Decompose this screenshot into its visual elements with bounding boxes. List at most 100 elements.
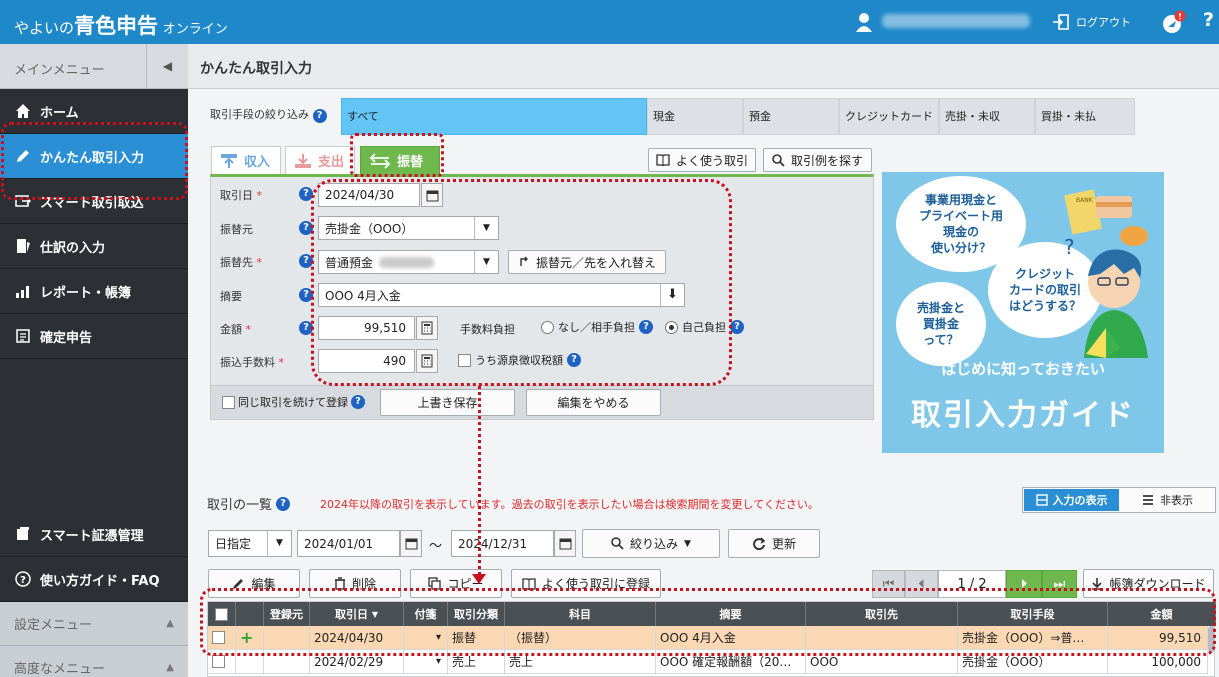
top-bar: やよいの青色申告 オンライン ログアウト ? [0, 0, 1219, 44]
hide-entry-label: 非表示 [1160, 494, 1193, 507]
guide-title: 取引入力ガイド [911, 398, 1135, 433]
favorites-label: よく使う取引 [675, 153, 748, 168]
help-icon[interactable]: ? [1203, 9, 1214, 31]
chevron-down-icon: ▼ [684, 538, 691, 549]
notification-icon[interactable] [1162, 10, 1186, 34]
chevron-up-icon: ▲ [166, 618, 174, 629]
period-mode-select[interactable]: 日指定 ▼ [208, 530, 292, 557]
show-entry-label: 入力の表示 [1052, 494, 1108, 507]
sidebar-item-smart-document[interactable]: スマート証憑管理 [0, 512, 188, 557]
sidebar-item-label: 確定申告 [40, 330, 93, 346]
help-icon[interactable]: ? [276, 496, 291, 511]
view-toggle: 入力の表示 非表示 [1022, 487, 1216, 513]
required-mark: * [245, 323, 252, 336]
income-icon [221, 153, 237, 168]
user-icon [856, 13, 872, 32]
sidebar-sub-label: 設定メニュー [14, 618, 93, 633]
annotation-highlight-form [311, 179, 732, 386]
memo-label: 摘要 [220, 290, 242, 303]
filter-tab-cash[interactable]: 現金 [647, 98, 743, 135]
filter-tab-deposit[interactable]: 預金 [743, 98, 839, 135]
favorites-button[interactable]: よく使う取引 [648, 148, 756, 172]
cancel-edit-button[interactable]: 編集をやめる [526, 389, 661, 416]
logout-button[interactable]: ログアウト [1052, 13, 1131, 31]
brand-suffix: オンライン [162, 22, 228, 37]
refresh-button[interactable]: 更新 [728, 529, 820, 558]
overwrite-save-button[interactable]: 上書き保存 [380, 389, 515, 416]
fee-label: 振込手数料 * [220, 354, 284, 370]
sidebar-advanced-menu[interactable]: 高度なメニュー ▲ [0, 646, 188, 677]
sidebar-item-reports[interactable]: レポート・帳簿 [0, 269, 188, 314]
brand-prefix: やよいの [14, 19, 75, 37]
required-mark: * [256, 256, 263, 269]
brand-main: 青色申告 [74, 14, 159, 38]
sidebar-title: メインメニュー [14, 63, 105, 78]
required-mark: * [256, 189, 263, 202]
logout-label: ログアウト [1076, 16, 1131, 29]
filter-button[interactable]: 絞り込み ▼ [582, 529, 720, 558]
hide-entry-button[interactable]: 非表示 [1120, 489, 1215, 511]
help-circle-icon: ? [14, 570, 32, 588]
filter-tab-receivable[interactable]: 売掛・未収 [939, 98, 1035, 135]
sidebar-item-label: スマート証憑管理 [40, 528, 144, 544]
transaction-guide-banner[interactable]: 事業用現金と プライベート用 現金の 使い分け？ クレジット カードの取引 はど… [882, 172, 1164, 453]
annotation-connector [478, 386, 481, 575]
sidebar-header: メインメニュー ◀ [0, 44, 188, 89]
sidebar-collapse-button[interactable]: ◀ [146, 44, 188, 89]
guide-subtitle: はじめに知っておきたい [941, 360, 1105, 378]
tab-label: 支出 [318, 155, 345, 170]
tab-income[interactable]: 収入 [211, 146, 281, 174]
chart-icon [14, 282, 32, 300]
checkbox[interactable] [222, 395, 235, 409]
bank-label: BANK [1076, 197, 1094, 204]
svg-text:?: ? [1064, 235, 1075, 259]
list-icon [1035, 494, 1048, 506]
chevron-down-icon: ▼ [267, 531, 291, 556]
sidebar-item-label: 使い方ガイド・FAQ [40, 573, 160, 589]
app-logo[interactable]: やよいの青色申告 オンライン [14, 10, 228, 40]
filter-tab-payable[interactable]: 買掛・未払 [1035, 98, 1135, 135]
start-date-field[interactable]: 2024/01/01 [297, 530, 400, 557]
checkbox[interactable] [212, 655, 225, 668]
tab-expense[interactable]: 支出 [285, 146, 355, 174]
find-examples-button[interactable]: 取引例を探す [763, 148, 872, 172]
end-date-field[interactable]: 2024/12/31 [451, 530, 554, 557]
filter-label: 絞り込み [630, 537, 679, 551]
find-examples-label: 取引例を探す [790, 153, 863, 168]
sidebar-sub-label: 高度なメニュー [14, 662, 106, 677]
date-label: 取引日 * [220, 187, 262, 203]
journal-icon [14, 237, 32, 255]
repeat-entry-checkbox[interactable]: 同じ取引を続けて登録? [222, 394, 365, 410]
to-label-text: 振替先 [220, 256, 253, 269]
chevron-up-icon: ▲ [166, 662, 174, 673]
sidebar-item-journal[interactable]: 仕訳の入力 [0, 224, 188, 269]
sidebar-item-guide-faq[interactable]: ? 使い方ガイド・FAQ [0, 557, 188, 602]
help-icon[interactable]: ? [730, 320, 744, 334]
show-entry-button[interactable]: 入力の表示 [1024, 489, 1119, 511]
sidebar-settings-menu[interactable]: 設定メニュー ▲ [0, 602, 188, 646]
search-icon [611, 537, 624, 550]
guide-bubble-receivable: 売掛金と 買掛金 って？ [896, 282, 986, 366]
refresh-icon [753, 536, 766, 550]
calendar-icon[interactable] [554, 530, 576, 557]
page-header: かんたん取引入力 [188, 44, 1219, 89]
home-icon [14, 102, 32, 120]
transaction-list-title-group: 取引の一覧? [207, 494, 291, 513]
refresh-label: 更新 [771, 537, 796, 551]
calendar-icon[interactable] [400, 530, 422, 557]
filter-label: 取引手段の絞り込み [210, 108, 309, 121]
help-icon[interactable]: ? [312, 109, 327, 123]
sidebar-item-label: 仕訳の入力 [40, 240, 106, 256]
filter-tab-credit-card[interactable]: クレジットカード [839, 98, 939, 135]
menu-icon [1143, 495, 1153, 505]
search-icon [772, 153, 785, 167]
amount-label: 金額 * [220, 321, 251, 337]
help-icon[interactable]: ? [351, 395, 365, 409]
list-period-notice: 2024年以降の取引を表示しています。過去の取引を表示したい場合は検索期間を変更… [320, 498, 819, 511]
document-icon [14, 525, 32, 543]
guide-illustration: BANK ? [1064, 189, 1148, 358]
tax-return-icon [14, 327, 32, 345]
sidebar-item-tax-return[interactable]: 確定申告 [0, 314, 188, 359]
from-label: 振替元 [220, 223, 253, 236]
filter-tab-all[interactable]: すべて [341, 98, 647, 135]
